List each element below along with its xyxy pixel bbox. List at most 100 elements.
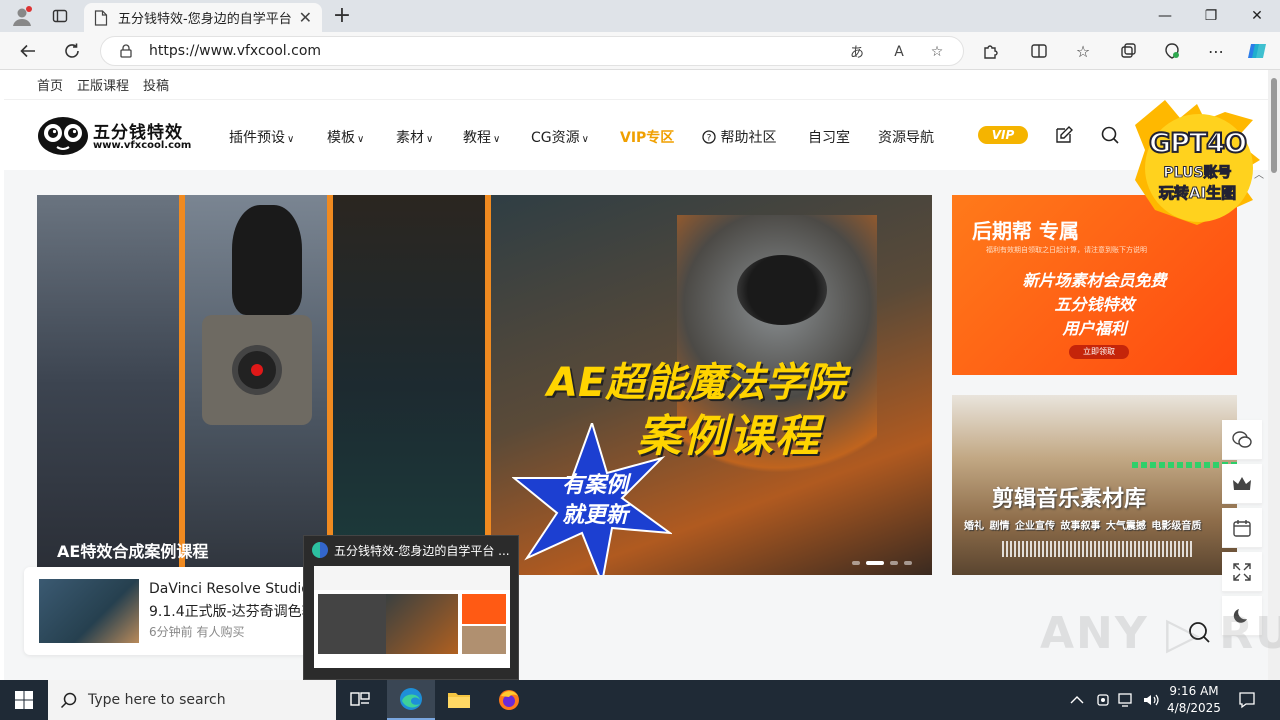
chevron-down-icon: ∨: [581, 134, 589, 145]
gpt-promo-badge[interactable]: GPT4O PLUS账号 玩转AI生图: [1135, 100, 1260, 225]
network-icon[interactable]: [1118, 680, 1136, 720]
slide-panel-city: [37, 195, 179, 575]
split-screen-icon[interactable]: [1028, 40, 1050, 62]
wechat-chat-button[interactable]: [1222, 420, 1262, 460]
page-icon: [94, 9, 108, 26]
menu-templates-label: 模板: [327, 130, 355, 146]
help-icon: ?: [702, 130, 716, 144]
slide-panel-space: [333, 195, 485, 575]
menu-tutorials[interactable]: 教程 ∨: [463, 127, 500, 147]
page-scrollbar[interactable]: [1268, 70, 1280, 680]
link-home[interactable]: 首页: [37, 75, 63, 94]
taskbar-firefox[interactable]: [485, 680, 533, 720]
tab-close-button[interactable]: ✕: [299, 8, 312, 27]
menu-help-label: 帮助社区: [720, 130, 777, 146]
new-tab-button[interactable]: +: [330, 4, 354, 28]
fullscreen-button[interactable]: [1222, 552, 1262, 592]
site-header: 五分钱特效 www.vfxcool.com 插件预设 ∨ 模板 ∨ 素材 ∨ 教程 ∨ …: [4, 100, 1268, 170]
slider-dots: [852, 561, 912, 565]
refresh-icon: [65, 43, 79, 58]
refresh-button[interactable]: [60, 39, 84, 63]
vip-badge[interactable]: VIP: [978, 126, 1028, 144]
menu-cg[interactable]: CG资源 ∨: [531, 127, 589, 147]
tab-actions-icon[interactable]: [48, 4, 72, 28]
news-meta: 6分钟前 有人购买: [149, 625, 245, 639]
taskbar-thumbnail-preview[interactable]: 五分钱特效-您身边的自学平台 ...: [303, 535, 519, 680]
volume-icon[interactable]: [1142, 680, 1160, 720]
hero-slider[interactable]: AE超能魔法学院 案例课程 有案例 就更新 AE特效合成案例课程: [37, 195, 932, 575]
link-courses[interactable]: 正版课程: [77, 75, 129, 94]
taskbar-file-explorer[interactable]: [435, 680, 483, 720]
slider-dot-active[interactable]: [866, 561, 884, 565]
collections-icon[interactable]: [1117, 40, 1139, 62]
favorite-star-icon[interactable]: ☆: [927, 42, 947, 62]
slider-dot[interactable]: [904, 561, 912, 565]
tray-device-icon[interactable]: [1095, 680, 1111, 720]
purchase-notice-card[interactable]: DaVinci Resolve Studio 9.1.4正式版-达芬奇调色软 6…: [24, 567, 324, 655]
taskbar-clock[interactable]: 9:16 AM 4/8/2025: [1162, 683, 1226, 717]
slider-dot[interactable]: [852, 561, 860, 565]
banner2-title: 剪辑音乐素材库: [992, 487, 1147, 512]
menu-help[interactable]: ? 帮助社区: [702, 127, 776, 147]
taskbar-edge[interactable]: [387, 680, 435, 720]
banner1-line3: 用户福利: [1062, 319, 1127, 338]
crow-figure: [232, 205, 302, 315]
taskbar-search-placeholder: Type here to search: [88, 692, 226, 708]
close-window-button[interactable]: ✕: [1234, 0, 1280, 32]
start-button[interactable]: [0, 680, 48, 720]
menu-nav[interactable]: 资源导航: [878, 127, 934, 147]
extensions-icon[interactable]: [980, 40, 1002, 62]
browser-tab[interactable]: 五分钱特效-您身边的自学平台 ✕: [84, 3, 322, 32]
browser-essentials-icon[interactable]: [1161, 40, 1183, 62]
slider-dot[interactable]: [890, 561, 898, 565]
banner1-note: 福利有效期自领取之日起计算，请注意到账下方说明: [986, 246, 1147, 254]
address-bar[interactable]: https://www.vfxcool.com あ A ☆: [100, 36, 964, 66]
task-view-button[interactable]: [336, 680, 384, 720]
clock-date: 4/8/2025: [1167, 701, 1221, 715]
site-logo[interactable]: 五分钱特效 www.vfxcool.com: [37, 114, 197, 156]
scrollbar-thumb[interactable]: [1271, 78, 1277, 173]
chevron-down-icon: ∨: [287, 134, 295, 145]
show-hidden-icons[interactable]: [1070, 680, 1084, 720]
minimize-button[interactable]: —: [1142, 0, 1188, 32]
folder-icon: [448, 693, 470, 708]
expand-icon: [1233, 562, 1251, 581]
menu-templates[interactable]: 模板 ∨: [327, 127, 364, 147]
translate-icon[interactable]: あ: [847, 42, 867, 62]
more-menu-icon[interactable]: ⋯: [1205, 40, 1227, 62]
favorites-icon[interactable]: ☆: [1072, 40, 1094, 62]
profile-icon[interactable]: [10, 4, 34, 28]
menu-materials[interactable]: 素材 ∨: [396, 127, 433, 147]
slide-caption[interactable]: AE特效合成案例课程: [57, 538, 208, 562]
gpt-badge-line3: 玩转AI生图: [1158, 184, 1237, 203]
calendar-button[interactable]: [1222, 508, 1262, 548]
crown-icon: [1233, 476, 1251, 490]
banner2-tags: 婚礼 剧情 企业宣传 故事叙事 大气震撼 电影级音质: [964, 521, 1202, 532]
edit-icon[interactable]: [1054, 125, 1074, 145]
restore-button[interactable]: ❐: [1188, 0, 1234, 32]
back-button[interactable]: [16, 39, 40, 63]
task-view-icon: [350, 692, 370, 706]
lock-icon[interactable]: [119, 44, 133, 58]
copilot-icon[interactable]: [1246, 40, 1268, 62]
gpt-badge-line2: PLUS账号: [1163, 165, 1232, 182]
astronaut-visor: [737, 255, 827, 325]
read-aloud-icon[interactable]: A: [889, 42, 909, 62]
clock-time: 9:16 AM: [1169, 684, 1219, 698]
floating-toolbar: [1222, 420, 1262, 640]
menu-plugins[interactable]: 插件预设 ∨: [229, 127, 294, 147]
svg-text:?: ?: [707, 134, 712, 144]
menu-study[interactable]: 自习室: [808, 127, 850, 147]
menu-vip-zone[interactable]: VIP专区: [620, 127, 674, 147]
menu-tutorials-label: 教程: [463, 130, 491, 146]
banner1-claim-button[interactable]: 立即领取: [1069, 345, 1129, 359]
notifications-button[interactable]: [1238, 680, 1256, 720]
taskbar-search[interactable]: Type here to search: [48, 680, 336, 720]
menu-plugins-label: 插件预设: [229, 130, 285, 146]
promo-banner-music[interactable]: 剪辑音乐素材库 婚礼 剧情 企业宣传 故事叙事 大气震撼 电影级音质: [952, 395, 1237, 575]
link-submit[interactable]: 投稿: [143, 75, 169, 94]
banner1-line2: 五分钱特效: [1054, 295, 1135, 314]
vip-crown-button[interactable]: [1222, 464, 1262, 504]
starburst-line1: 有案例: [561, 473, 628, 498]
search-icon[interactable]: [1100, 125, 1120, 145]
